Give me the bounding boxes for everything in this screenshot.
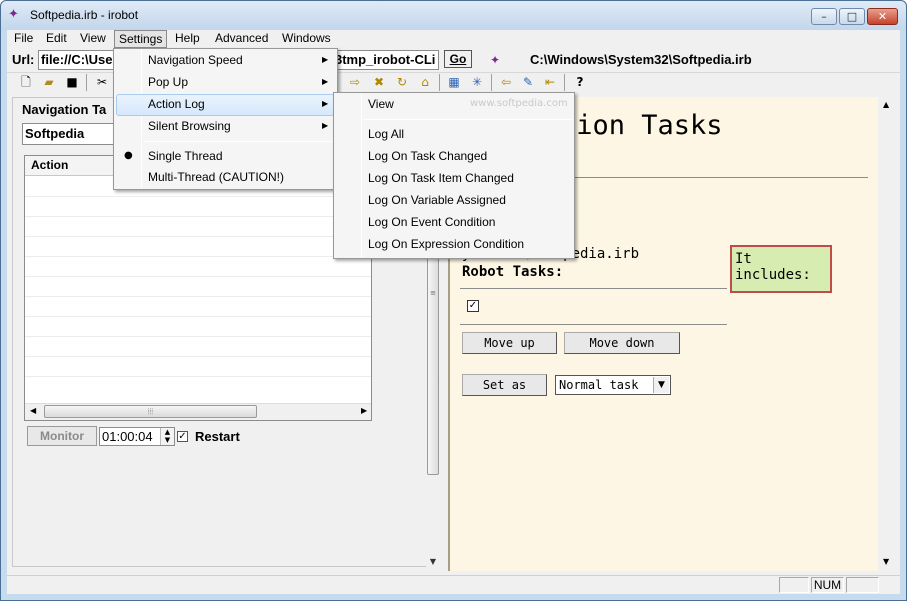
robot-icon: ✦ — [490, 53, 501, 67]
list-row-line — [25, 336, 371, 337]
toolbar-separator — [564, 74, 565, 91]
time-spinner[interactable]: ▲ ▼ — [160, 428, 174, 445]
menu-advanced[interactable]: Advanced — [215, 30, 268, 48]
toolbar-separator — [439, 74, 440, 91]
menu-help[interactable]: Help — [175, 30, 200, 48]
scroll-down-icon[interactable]: ▼ — [427, 557, 439, 569]
list-row-line — [25, 316, 371, 317]
go-button[interactable]: Go — [444, 50, 472, 68]
restart-checkbox[interactable]: ✓ — [177, 431, 188, 442]
menu-item-log-task-changed[interactable]: Log On Task Changed — [368, 145, 487, 167]
menu-separator — [143, 141, 335, 142]
navigation-title: Navigation Ta — [22, 102, 107, 117]
home-icon[interactable]: ⌂ — [416, 74, 434, 91]
refresh-icon[interactable]: ↻ — [393, 74, 411, 91]
menu-item-log-task-item-changed[interactable]: Log On Task Item Changed — [368, 167, 514, 189]
task-checkbox[interactable]: ✓ — [467, 300, 479, 312]
list-row-line — [25, 356, 371, 357]
menu-item-view[interactable]: View — [368, 93, 394, 115]
list-row-line — [25, 256, 371, 257]
menu-view[interactable]: View — [80, 30, 106, 48]
radio-bullet-icon: ● — [124, 150, 133, 161]
includes-box: It includes: — [730, 245, 832, 293]
divider — [460, 324, 727, 325]
menu-separator — [363, 119, 573, 120]
chevron-down-icon[interactable]: ▼ — [653, 377, 669, 393]
divider — [460, 288, 727, 289]
url-label: Url: — [12, 52, 35, 67]
window-title: Softpedia.irb - irobot — [30, 8, 139, 22]
menu-item-multi-thread[interactable]: Multi-Thread (CAUTION!) — [148, 166, 284, 188]
list-row-line — [25, 216, 371, 217]
robot-tasks-heading: Robot Tasks: — [462, 264, 564, 280]
save-icon[interactable]: ■ — [63, 74, 81, 91]
file-path: C:\Windows\System32\Softpedia.irb — [530, 52, 752, 67]
menu-windows[interactable]: Windows — [282, 30, 331, 48]
cut-icon[interactable]: ✂ — [93, 74, 111, 91]
menu-item-log-variable-assigned[interactable]: Log On Variable Assigned — [368, 189, 506, 211]
menu-item-silent-browsing[interactable]: Silent Browsing — [148, 115, 231, 137]
skip-back-icon[interactable]: ⇤ — [541, 74, 559, 91]
restart-label: Restart — [195, 429, 240, 444]
list-row-line — [25, 376, 371, 377]
document-vertical-scrollbar[interactable] — [880, 97, 894, 571]
edit-pen-icon[interactable]: ✎ — [519, 74, 537, 91]
watermark: www.softpedia.com — [470, 98, 568, 109]
url-input-tail[interactable]: 3tmp_irobot-CLi — [335, 50, 439, 70]
menu-item-action-log[interactable]: Action Log — [148, 93, 205, 115]
menu-file[interactable]: File — [14, 30, 33, 48]
menu-edit[interactable]: Edit — [46, 30, 67, 48]
menu-item-log-expression-condition[interactable]: Log On Expression Condition — [368, 233, 524, 255]
num-lock-indicator: NUM — [811, 577, 844, 593]
move-up-button[interactable]: Move up — [462, 332, 557, 354]
menu-item-pop-up[interactable]: Pop Up — [148, 71, 188, 93]
back-icon[interactable]: ⇦ — [497, 74, 515, 91]
stop-icon[interactable]: ✖ — [370, 74, 388, 91]
toolbar-separator — [86, 74, 87, 91]
menu-item-navigation-speed[interactable]: Navigation Speed — [148, 49, 243, 71]
minimize-button[interactable]: – — [811, 8, 837, 25]
move-down-button[interactable]: Move down — [564, 332, 680, 354]
menu-gutter — [361, 93, 362, 258]
status-pane — [846, 577, 879, 593]
help-icon[interactable]: ? — [571, 74, 589, 91]
scroll-down-icon[interactable]: ▼ — [883, 557, 889, 566]
task-run-icon[interactable]: ✳ — [468, 74, 486, 91]
task-combo[interactable]: Softpedia — [22, 123, 122, 145]
maximize-button[interactable]: □ — [839, 8, 865, 25]
menu-item-single-thread[interactable]: Single Thread — [148, 145, 223, 167]
action-list[interactable] — [24, 155, 372, 421]
scroll-left-icon[interactable]: ◀ — [30, 406, 36, 415]
open-folder-icon[interactable]: ▰ — [40, 74, 58, 91]
monitor-button[interactable]: Monitor — [27, 426, 97, 446]
submenu-arrow-icon: ▶ — [322, 77, 329, 86]
task-add-icon[interactable]: ▦ — [445, 74, 463, 91]
status-bar — [7, 575, 900, 594]
forward-arrow-icon[interactable]: ⇨ — [346, 74, 364, 91]
new-file-icon[interactable]: 🗋 — [17, 74, 35, 91]
submenu-arrow-icon: ▶ — [322, 121, 329, 130]
menu-item-log-all[interactable]: Log All — [368, 123, 404, 145]
menu-item-log-event-condition[interactable]: Log On Event Condition — [368, 211, 495, 233]
list-row-line — [25, 236, 371, 237]
list-row-line — [25, 196, 371, 197]
close-button[interactable]: ✕ — [867, 8, 898, 25]
menu-settings[interactable]: Settings — [114, 30, 168, 48]
list-row-line — [25, 276, 371, 277]
scroll-thumb[interactable]: ⦙⦙⦙ — [44, 405, 257, 418]
toolbar-separator — [491, 74, 492, 91]
scroll-right-icon[interactable]: ▶ — [361, 406, 367, 415]
document-title: tion Tasks — [560, 110, 723, 141]
submenu-arrow-icon: ▶ — [322, 55, 329, 64]
scroll-up-icon[interactable]: ▲ — [883, 100, 889, 109]
app-icon: ✦ — [8, 7, 19, 22]
list-row-line — [25, 296, 371, 297]
menu-gutter — [141, 49, 142, 189]
submenu-arrow-icon: ▶ — [322, 99, 329, 108]
set-as-button[interactable]: Set as — [462, 374, 547, 396]
status-pane — [779, 577, 809, 593]
